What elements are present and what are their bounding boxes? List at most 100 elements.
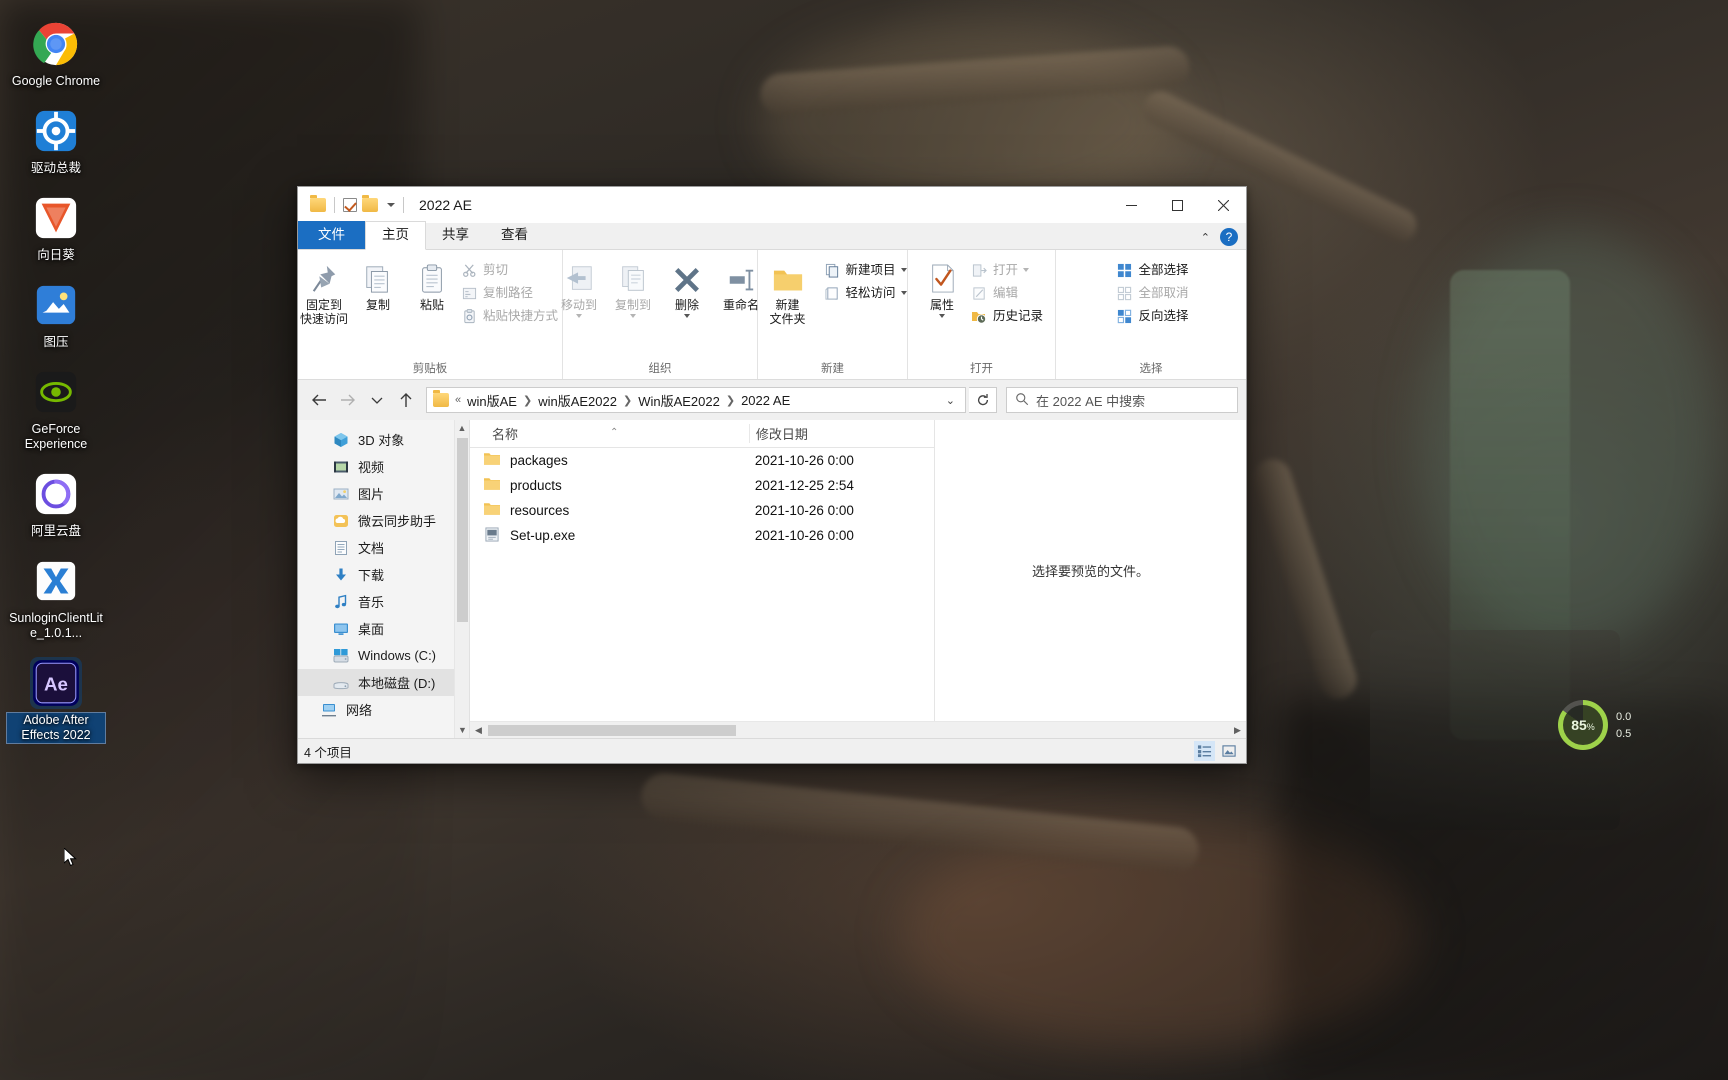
nav-item-label: 音乐 [358, 595, 385, 610]
tab-view[interactable]: 查看 [485, 222, 544, 249]
up-button[interactable] [393, 387, 419, 413]
file-date-cell: 2021-10-26 0:00 [754, 453, 854, 468]
nav-item-videos[interactable]: 视频 [298, 453, 469, 480]
details-view-button[interactable] [1194, 741, 1215, 761]
chevron-down-icon[interactable] [938, 314, 945, 318]
paste-shortcut-button[interactable]: 粘贴快捷方式 [459, 306, 563, 326]
properties-button[interactable]: 属性 [915, 254, 969, 318]
recent-locations-button[interactable] [364, 387, 390, 413]
properties-check-icon[interactable] [343, 198, 357, 212]
tab-share[interactable]: 共享 [426, 222, 485, 249]
pin-to-quick-access-button[interactable]: 固定到 快速访问 [297, 254, 351, 326]
nav-item-desktop[interactable]: 桌面 [298, 615, 469, 642]
folder-icon[interactable] [310, 195, 326, 212]
desktop-icon-google-chrome[interactable]: Google Chrome [6, 18, 106, 89]
copy-button[interactable]: 复制 [351, 254, 405, 312]
column-header-date[interactable]: 修改日期 [748, 424, 934, 443]
help-button[interactable]: ? [1220, 228, 1238, 246]
scrollbar-thumb[interactable] [488, 725, 736, 736]
paste-button[interactable]: 粘贴 [405, 254, 459, 312]
chevron-down-icon[interactable] [630, 314, 636, 318]
breadcrumb-item[interactable]: 2022 AE [741, 393, 790, 408]
nav-item-network[interactable]: 网络 [298, 696, 469, 723]
column-header-name[interactable]: 名称 ⌃ [470, 424, 749, 443]
desktop-icon-image-compress[interactable]: 图压 [6, 279, 106, 350]
back-button[interactable] [306, 387, 332, 413]
desktop-icon-aliyun-drive[interactable]: 阿里云盘 [6, 468, 106, 539]
nav-item-local-disk-d[interactable]: 本地磁盘 (D:) [298, 669, 469, 696]
address-bar-row: « win版AE ❯ win版AE2022 ❯ Win版AE2022 ❯ 202… [298, 380, 1246, 420]
chevron-up-icon[interactable]: ▲ [455, 420, 469, 436]
select-none-button[interactable]: 全部取消 [1114, 283, 1193, 303]
chevron-down-icon[interactable]: ▼ [455, 722, 469, 738]
chevron-down-icon[interactable] [1023, 268, 1029, 272]
new-folder-icon[interactable] [362, 195, 378, 212]
copy-icon [363, 259, 393, 295]
maximize-button[interactable] [1154, 187, 1200, 223]
nav-item-3d-objects[interactable]: 3D 对象 [298, 426, 469, 453]
table-row[interactable]: packages 2021-10-26 0:00 [470, 448, 934, 473]
table-row[interactable]: products 2021-12-25 2:54 [470, 473, 934, 498]
chevron-down-icon[interactable] [900, 291, 907, 295]
move-to-button[interactable]: 移动到 [552, 254, 606, 318]
nav-item-pictures[interactable]: 图片 [298, 480, 469, 507]
copy-path-button[interactable]: 复制路径 [459, 283, 563, 303]
desktop-icon-driver-tool[interactable]: 驱动总裁 [6, 105, 106, 176]
tab-file[interactable]: 文件 [298, 221, 365, 249]
new-item-button[interactable]: 新建项目 [822, 260, 912, 280]
nav-item-downloads[interactable]: 下载 [298, 561, 469, 588]
nav-item-windows-c[interactable]: Windows (C:) [298, 642, 469, 669]
file-name-label: packages [510, 453, 568, 468]
group-label: 剪贴板 [412, 363, 448, 375]
window-title: 2022 AE [419, 197, 472, 213]
chevron-down-icon[interactable]: ⌄ [940, 394, 961, 407]
table-row[interactable]: Set-up.exe 2021-10-26 0:00 [470, 523, 934, 548]
chevron-left-icon[interactable]: ◀ [470, 725, 487, 736]
nav-item-music[interactable]: 音乐 [298, 588, 469, 615]
nav-item-weiyun-sync[interactable]: 微云同步助手 [298, 507, 469, 534]
horizontal-scrollbar[interactable]: ◀ ▶ [470, 721, 1246, 738]
breadcrumb-item[interactable]: Win版AE2022 [638, 391, 720, 410]
table-row[interactable]: resources 2021-10-26 0:00 [470, 498, 934, 523]
minimize-button[interactable] [1108, 187, 1154, 223]
refresh-button[interactable] [969, 387, 997, 413]
invert-selection-button[interactable]: 反向选择 [1114, 306, 1193, 326]
paste-icon [417, 259, 447, 295]
chevron-down-icon[interactable] [900, 268, 907, 272]
select-all-button[interactable]: 全部选择 [1114, 260, 1193, 280]
desktop-icon-label: SunloginClientLite_1.0.1... [9, 611, 103, 640]
forward-button[interactable] [335, 387, 361, 413]
breadcrumb-item[interactable]: win版AE [467, 391, 517, 410]
history-button[interactable]: 历史记录 [969, 306, 1048, 326]
tab-home[interactable]: 主页 [365, 221, 426, 250]
breadcrumb-overflow[interactable]: « [455, 394, 461, 406]
chevron-down-icon[interactable] [576, 314, 582, 318]
new-folder-button[interactable]: 新建 文件夹 [754, 254, 822, 326]
chevron-right-icon[interactable]: ▶ [1229, 725, 1246, 736]
search-box[interactable]: 在 2022 AE 中搜索 [1006, 387, 1238, 413]
address-breadcrumb-bar[interactable]: « win版AE ❯ win版AE2022 ❯ Win版AE2022 ❯ 202… [426, 387, 966, 413]
chevron-up-icon[interactable]: ⌃ [1201, 231, 1210, 244]
breadcrumb-item[interactable]: win版AE2022 [538, 391, 617, 410]
desktop-icon-sunflower-remote[interactable]: 向日葵 [6, 192, 106, 263]
desktop-icon-after-effects[interactable]: Ae Adobe After Effects 2022 [6, 657, 106, 744]
nav-scrollbar[interactable]: ▲ ▼ [454, 420, 469, 738]
folder-icon [433, 390, 449, 407]
scrollbar-thumb[interactable] [457, 438, 468, 622]
desktop-icon-geforce-experience[interactable]: GeForce Experience [6, 366, 106, 452]
large-icons-view-button[interactable] [1219, 741, 1240, 761]
easy-access-button[interactable]: 轻松访问 [822, 283, 912, 303]
close-button[interactable] [1200, 187, 1246, 223]
chevron-down-icon[interactable] [387, 203, 395, 207]
nav-item-documents[interactable]: 文档 [298, 534, 469, 561]
search-placeholder: 在 2022 AE 中搜索 [1036, 393, 1146, 409]
desktop-icon-sunlogin-installer[interactable]: SunloginClientLite_1.0.1... [6, 555, 106, 641]
open-button[interactable]: 打开 [969, 260, 1048, 280]
cut-button[interactable]: 剪切 [459, 260, 563, 280]
delete-button[interactable]: 删除 [660, 254, 714, 318]
chevron-down-icon[interactable] [684, 314, 690, 318]
edit-button[interactable]: 编辑 [969, 283, 1048, 303]
file-name-cell: resources [470, 502, 749, 519]
select-all-icon [1116, 262, 1133, 279]
copy-to-button[interactable]: 复制到 [606, 254, 660, 318]
